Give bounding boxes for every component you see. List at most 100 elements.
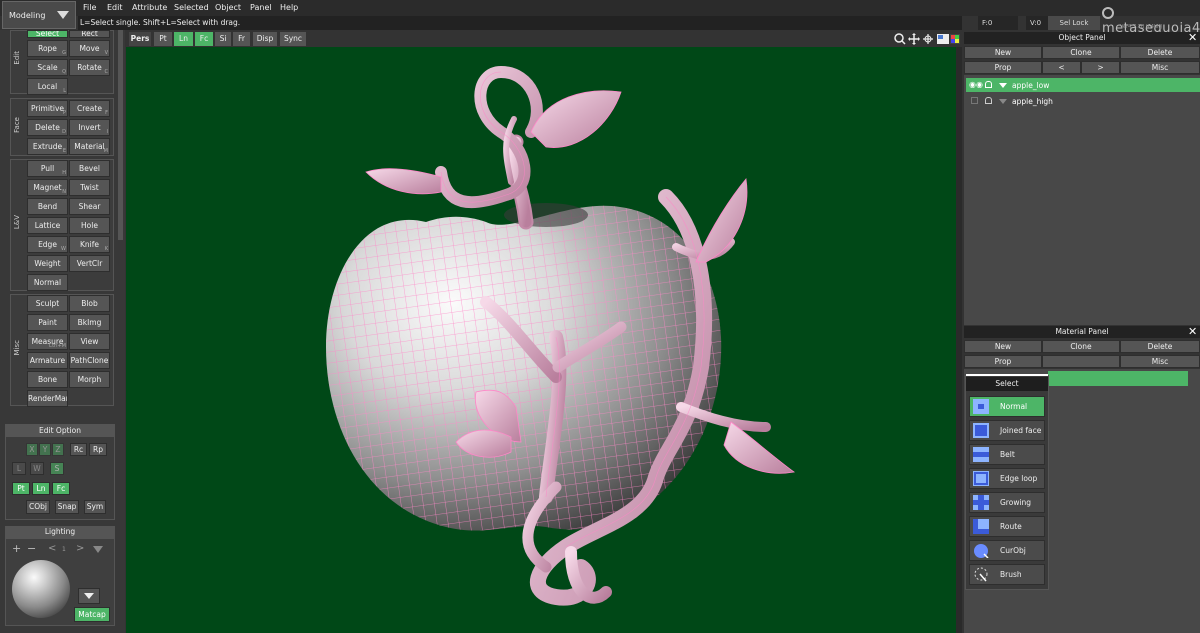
rope-button[interactable]: Rope G <box>27 40 68 57</box>
view-fr-button[interactable]: Fr <box>233 32 250 46</box>
bkimg-button[interactable]: BkImg <box>69 314 110 331</box>
paint-button[interactable]: Paint <box>27 314 68 331</box>
axis-x-button[interactable]: X <box>26 443 38 456</box>
blob-button[interactable]: Blob <box>69 295 110 312</box>
normal-button[interactable]: Normal <box>27 274 68 291</box>
menu-panel[interactable]: Panel <box>250 3 272 12</box>
object-next-button[interactable]: > <box>1081 61 1120 74</box>
rotate-view-icon[interactable] <box>923 34 933 44</box>
close-icon[interactable]: ✕ <box>1188 32 1197 43</box>
object-row-apple-high[interactable]: apple_high <box>966 94 1200 108</box>
select-mode-growing[interactable]: Growing <box>969 492 1045 513</box>
world-w-button[interactable]: W <box>30 462 44 475</box>
snap-button[interactable]: Snap <box>55 500 79 514</box>
view-ln-button[interactable]: Ln <box>174 32 193 46</box>
select-mode-joined-face[interactable]: Joined face <box>969 420 1045 441</box>
edge-button[interactable]: Edge W <box>27 236 68 253</box>
select-mode-edge-loop[interactable]: Edge loop <box>969 468 1045 489</box>
measure-button[interactable]: Measure Ctrl+M <box>27 333 68 350</box>
view-fc-button[interactable]: Fc <box>195 32 213 46</box>
matcap-dropdown[interactable] <box>78 588 100 604</box>
knife-button[interactable]: Knife K <box>69 236 110 253</box>
sculpt-button[interactable]: Sculpt <box>27 295 68 312</box>
rect-button[interactable]: Rect <box>69 30 110 38</box>
select-mode-curobj[interactable]: CurObj <box>969 540 1045 561</box>
primitive-button[interactable]: Primitive P <box>27 100 68 117</box>
close-icon[interactable]: ✕ <box>1188 326 1197 337</box>
menu-object[interactable]: Object <box>215 3 241 12</box>
material-delete-button[interactable]: Delete <box>1120 340 1200 353</box>
local-button[interactable]: Local L <box>27 78 68 95</box>
material-clone-button[interactable]: Clone <box>1042 340 1120 353</box>
view-button[interactable]: View <box>69 333 110 350</box>
object-misc-button[interactable]: Misc <box>1120 61 1200 74</box>
rc-button[interactable]: Rc <box>70 443 87 456</box>
select-mode-belt[interactable]: Belt <box>969 444 1045 465</box>
extrude-button[interactable]: Extrude E <box>27 138 68 155</box>
rotate-button[interactable]: Rotate C <box>69 59 110 76</box>
select-button[interactable]: Select <box>27 30 68 38</box>
weight-button[interactable]: Weight <box>27 255 68 272</box>
view-disp-button[interactable]: Disp <box>253 32 277 46</box>
lock-icon[interactable] <box>985 97 992 104</box>
select-mode-route[interactable]: Route <box>969 516 1045 537</box>
create-button[interactable]: Create F <box>69 100 110 117</box>
mode-dropdown[interactable]: Modeling <box>2 1 76 29</box>
expand-icon[interactable] <box>999 83 1007 88</box>
material-misc-button[interactable]: Misc <box>1120 355 1200 368</box>
material-new-button[interactable]: New <box>964 340 1042 353</box>
expand-icon[interactable] <box>999 99 1007 104</box>
material-prop-button[interactable]: Prop <box>964 355 1042 368</box>
matcap-preview[interactable] <box>12 560 70 618</box>
menu-selected[interactable]: Selected <box>174 3 209 12</box>
menu-help[interactable]: Help <box>280 3 298 12</box>
add-light-icon[interactable]: + <box>12 543 21 555</box>
color-icon[interactable] <box>950 34 960 44</box>
object-delete-button[interactable]: Delete <box>1120 46 1200 59</box>
hole-button[interactable]: Hole <box>69 217 110 234</box>
bevel-button[interactable]: Bevel <box>69 160 110 177</box>
object-row-apple-low[interactable]: ◉◉ apple_low <box>966 78 1200 92</box>
pull-button[interactable]: Pull H <box>27 160 68 177</box>
prev-light-icon[interactable]: < <box>48 543 56 555</box>
shear-button[interactable]: Shear <box>69 198 110 215</box>
lattice-button[interactable]: Lattice <box>27 217 68 234</box>
material-row-selected[interactable] <box>1048 371 1188 386</box>
matcap-button[interactable]: Matcap <box>74 607 110 622</box>
remove-light-icon[interactable]: − <box>27 543 36 555</box>
zoom-icon[interactable] <box>894 33 906 45</box>
object-prop-button[interactable]: Prop <box>964 61 1042 74</box>
view-sync-button[interactable]: Sync <box>280 32 306 46</box>
axis-y-button[interactable]: Y <box>39 443 51 456</box>
scale-button[interactable]: Scale Q <box>27 59 68 76</box>
vertclr-button[interactable]: VertClr <box>69 255 110 272</box>
cobj-button[interactable]: CObj <box>26 500 50 514</box>
material-blank-button[interactable] <box>1042 355 1120 368</box>
delete-face-button[interactable]: Delete D <box>27 119 68 136</box>
select-mode-normal[interactable]: Normal <box>969 396 1045 417</box>
menu-attribute[interactable]: Attribute <box>132 3 167 12</box>
object-clone-button[interactable]: Clone <box>1042 46 1120 59</box>
menu-edit[interactable]: Edit <box>107 3 123 12</box>
sel-lock-button[interactable]: Sel Lock <box>1048 16 1100 30</box>
view-pers-button[interactable]: Pers <box>129 32 151 46</box>
axis-z-button[interactable]: Z <box>52 443 64 456</box>
point-pt-button[interactable]: Pt <box>12 482 30 495</box>
screen-s-button[interactable]: S <box>50 462 64 475</box>
twist-button[interactable]: Twist <box>69 179 110 196</box>
pathclone-button[interactable]: PathClone <box>69 352 110 369</box>
view-pt-button[interactable]: Pt <box>154 32 172 46</box>
sym-button[interactable]: Sym <box>84 500 106 514</box>
hidden-icon[interactable] <box>971 97 978 104</box>
viewport-scrollbar[interactable] <box>956 47 962 633</box>
renderman-button[interactable]: RenderMan <box>27 390 68 407</box>
menu-file[interactable]: File <box>83 3 96 12</box>
view-si-button[interactable]: Si <box>215 32 231 46</box>
next-light-icon[interactable]: > <box>76 543 84 555</box>
left-scrollbar[interactable] <box>118 30 123 240</box>
bone-button[interactable]: Bone <box>27 371 68 388</box>
armature-button[interactable]: Armature <box>27 352 68 369</box>
face-fc-button[interactable]: Fc <box>52 482 70 495</box>
object-prev-button[interactable]: < <box>1042 61 1081 74</box>
select-mode-brush[interactable]: Brush <box>969 564 1045 585</box>
